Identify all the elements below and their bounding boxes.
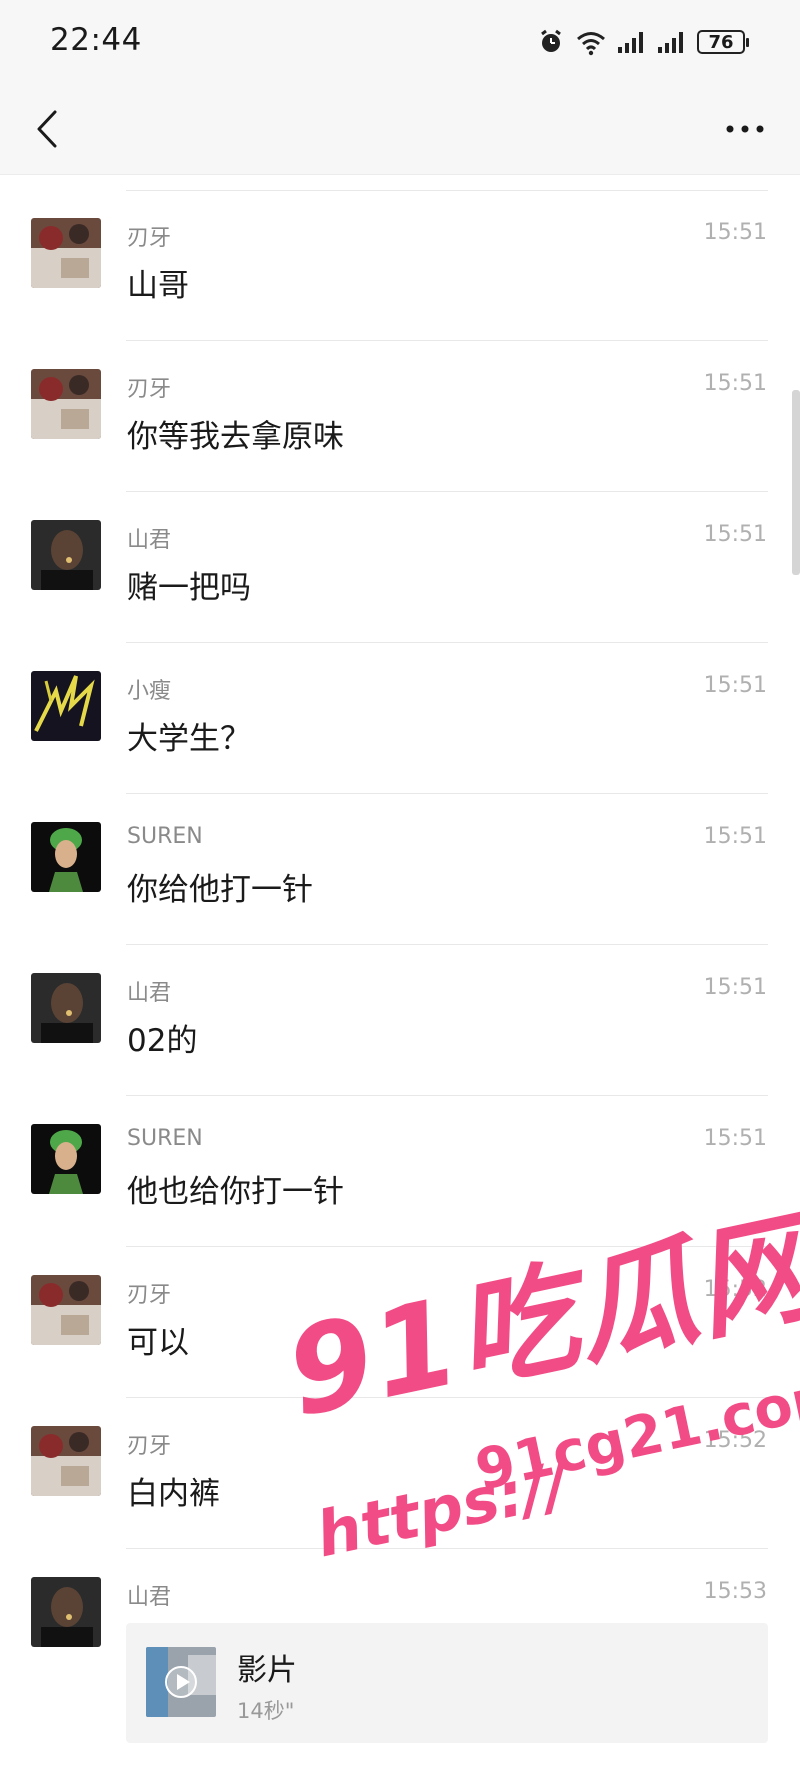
cellular-signal-1-icon [618,32,643,53]
message-text: 02的 [127,1023,198,1059]
sender-name: 刃牙 [127,1434,172,1459]
message-text: 赌一把吗 [127,570,251,606]
message-time: 15:51 [703,1126,767,1151]
sender-name: 刃牙 [127,226,172,251]
back-button[interactable] [22,104,72,154]
avatar-renya[interactable] [31,218,101,288]
avatar-shanjun[interactable] [31,520,101,590]
more-options-button[interactable] [715,104,775,154]
sender-name: 刃牙 [127,377,172,402]
message-time: 15:52 [703,1428,767,1453]
message-text: 他也给你打一针 [127,1174,344,1210]
message-text: 你给他打一针 [127,872,313,908]
video-title: 影片 [237,1653,297,1688]
message-text: 你等我去拿原味 [127,419,344,455]
more-horizontal-icon [726,125,764,133]
status-icons: 76 [537,24,749,60]
message-time: 15:51 [703,824,767,849]
battery-indicator: 76 [697,30,749,54]
sender-name: 山君 [127,528,172,553]
message-text: 可以 [127,1325,189,1361]
message-time: 15:51 [703,220,767,245]
message-text: 白内裤 [127,1476,220,1512]
message-text: 大学生？ [127,721,251,757]
video-thumbnail[interactable] [146,1647,216,1717]
message-row[interactable]: 刃牙 15:52 白内裤 [0,1398,800,1549]
message-row[interactable]: 刃牙 15:51 山哥 [0,190,800,341]
avatar-suren[interactable] [31,1124,101,1194]
chevron-left-icon [37,110,57,148]
message-row[interactable]: 刃牙 15:51 你等我去拿原味 [0,341,800,492]
avatar-renya[interactable] [31,1426,101,1496]
message-row[interactable]: 山君 15:51 赌一把吗 [0,492,800,643]
avatar-suren[interactable] [31,822,101,892]
wifi-icon [577,32,605,56]
avatar-renya[interactable] [31,369,101,439]
sender-name: SUREN [127,824,203,849]
battery-level: 76 [708,31,734,53]
message-row[interactable]: 小瘦 15:51 大学生？ [0,643,800,794]
message-row[interactable]: SUREN 15:51 他也给你打一针 [0,1096,800,1247]
nav-bar [0,86,800,175]
sender-name: 山君 [127,981,172,1006]
message-text: 山哥 [127,268,189,304]
message-row[interactable]: 刃牙 15:52 可以 [0,1247,800,1398]
message-time: 15:51 [703,522,767,547]
sender-name: SUREN [127,1126,203,1151]
status-time: 22:44 [50,22,142,58]
message-time: 15:52 [703,1277,767,1302]
sender-name: 刃牙 [127,1283,172,1308]
cellular-signal-2-icon [658,32,683,53]
message-time: 15:51 [703,975,767,1000]
avatar-renya[interactable] [31,1275,101,1345]
message-time: 15:51 [703,371,767,396]
sender-name: 小瘦 [127,679,172,704]
scrollbar[interactable] [792,390,800,575]
message-row[interactable]: SUREN 15:51 你给他打一针 [0,794,800,945]
alarm-icon [541,29,561,52]
message-time: 15:51 [703,673,767,698]
video-attachment-card[interactable]: 影片 14秒" [126,1623,768,1743]
avatar-shanjun[interactable] [31,1577,101,1647]
status-bar: 22:44 76 [0,0,800,86]
sender-name: 山君 [127,1585,172,1610]
avatar-shanjun[interactable] [31,973,101,1043]
avatar-xiaoshou[interactable] [31,671,101,741]
message-time: 15:53 [703,1579,767,1604]
video-duration: 14秒" [237,1699,295,1723]
message-row[interactable]: 山君 15:51 02的 [0,945,800,1096]
